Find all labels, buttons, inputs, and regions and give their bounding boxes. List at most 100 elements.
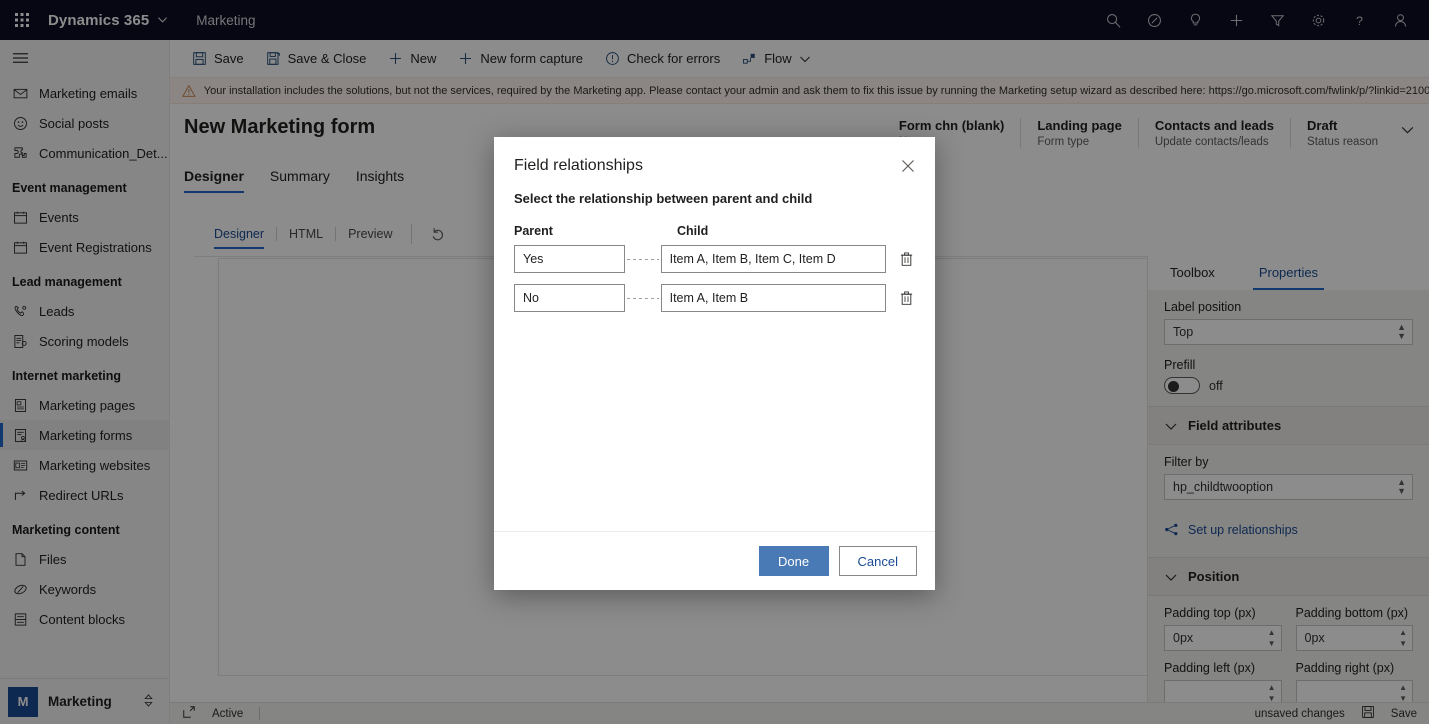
spinner-icon[interactable]: ▲ ▼ (1399, 627, 1407, 649)
padding-top-input[interactable]: 0px ▲ ▼ (1164, 625, 1282, 651)
search-icon[interactable] (1093, 0, 1134, 40)
new-button[interactable]: New (378, 44, 446, 74)
sidebar-item-label: Content blocks (39, 611, 125, 627)
padding-left-input[interactable]: ▲ ▼ (1164, 680, 1282, 702)
padding-top-value: 0px (1173, 631, 1194, 645)
padding-right-input[interactable]: ▲ ▼ (1295, 680, 1413, 702)
chevron-down-icon (157, 12, 168, 29)
tab-toolbox[interactable]: Toolbox (1148, 256, 1237, 290)
sidebar-item-redirect-urls[interactable]: Redirect URLs (0, 480, 169, 510)
position-accordion[interactable]: Position (1148, 557, 1429, 596)
cancel-button[interactable]: Cancel (838, 546, 917, 576)
tab-properties[interactable]: Properties (1237, 256, 1340, 290)
undo-icon[interactable] (430, 225, 447, 245)
properties-panel-tabs: Toolbox Properties (1148, 256, 1429, 290)
sidebar-item-files[interactable]: Files (0, 544, 169, 574)
sidebar-item-scoring-models[interactable]: Scoring models (0, 326, 169, 356)
new-form-capture-button[interactable]: New form capture (448, 44, 593, 74)
sidebar-item-label: Marketing forms (39, 427, 133, 443)
sidebar-item-label: Scoring models (39, 333, 129, 349)
trash-icon[interactable] (897, 249, 915, 269)
field-attributes-accordion[interactable]: Field attributes (1148, 406, 1429, 445)
spinner-icon[interactable]: ▲ ▼ (1268, 627, 1276, 649)
sidebar-item-event-registrations[interactable]: Event Registrations (0, 232, 169, 262)
app-switcher-chevron-icon[interactable] (142, 693, 155, 711)
padding-bottom-input[interactable]: 0px ▲ ▼ (1295, 625, 1413, 651)
sidebar-item-communication-det[interactable]: Communication_Det... (0, 138, 169, 168)
sidebar-item-marketing-websites[interactable]: Marketing websites (0, 450, 169, 480)
prefill-toggle[interactable] (1164, 377, 1200, 394)
flow-button[interactable]: Flow (732, 44, 820, 74)
relationship-connector (626, 258, 659, 260)
sidebar-item-marketing-pages[interactable]: Marketing pages (0, 390, 169, 420)
app-launcher-button[interactable] (0, 0, 44, 40)
command-label: New (410, 51, 437, 66)
trash-icon[interactable] (897, 288, 915, 308)
gear-icon[interactable] (1298, 0, 1339, 40)
account-icon[interactable] (1380, 0, 1421, 40)
sidebar-item-marketing-forms[interactable]: Marketing forms (0, 420, 169, 450)
unsaved-changes-text: unsaved changes (1254, 707, 1345, 720)
sidebar-item-label: Redirect URLs (39, 487, 124, 503)
lightbulb-icon[interactable] (1175, 0, 1216, 40)
parent-value-input[interactable]: Yes (514, 245, 625, 273)
save-button[interactable]: Save (182, 44, 254, 74)
filter-by-select[interactable]: hp_childtwooption ▲ ▼ (1164, 474, 1413, 500)
header-field-key: Update contacts/leads (1154, 136, 1269, 148)
tab-summary[interactable]: Summary (270, 168, 330, 193)
sidebar-item-label: Keywords (39, 581, 97, 597)
header-field-value: Form chn (blank) (898, 118, 1005, 133)
setup-relationships-link[interactable]: Set up relationships (1148, 512, 1429, 541)
spinner-icon[interactable]: ▲ ▼ (1268, 682, 1276, 702)
spinner-icon[interactable]: ▲ ▼ (1399, 682, 1407, 702)
child-value-input[interactable]: Item A, Item B, Item C, Item D (660, 245, 887, 273)
scorecard-icon (12, 333, 28, 349)
padding-bottom-group: Padding bottom (px) 0px ▲ ▼ (1295, 606, 1413, 651)
padding-section: Padding top (px) 0px ▲ ▼ Padding bottom (… (1148, 596, 1429, 702)
save-label[interactable]: Save (1391, 708, 1417, 720)
padding-row-2: Padding left (px) ▲ ▼ Padding right (px) … (1164, 661, 1413, 702)
top-navigation-bar: Dynamics 365 Marketing ? (0, 0, 1429, 40)
sidebar-item-leads[interactable]: Leads (0, 296, 169, 326)
filter-icon[interactable] (1257, 0, 1298, 40)
nav-group-title: Marketing content (12, 523, 120, 537)
sidebar-item-keywords[interactable]: Keywords (0, 574, 169, 604)
plus-icon[interactable] (1216, 0, 1257, 40)
parent-value-input[interactable]: No (514, 284, 625, 312)
redirect-icon (12, 487, 28, 503)
form-icon (12, 427, 28, 443)
diagnostics-icon[interactable] (1134, 0, 1175, 40)
sidebar-item-social-posts[interactable]: Social posts (0, 108, 169, 138)
child-value-input[interactable]: Item A, Item B (660, 284, 887, 312)
designer-tab-html[interactable]: HTML (289, 227, 335, 249)
designer-tab-preview[interactable]: Preview (348, 227, 404, 249)
sidebar-item-label: Marketing websites (39, 457, 151, 473)
header-expand-chevron-icon[interactable] (1400, 118, 1415, 140)
label-position-select[interactable]: Top ▲ ▼ (1164, 319, 1413, 345)
sidebar-item-events[interactable]: Events (0, 202, 169, 232)
dialog-subtitle: Select the relationship between parent a… (514, 191, 813, 206)
tab-insights[interactable]: Insights (356, 168, 404, 193)
sidebar-item-marketing-emails[interactable]: Marketing emails (0, 78, 169, 108)
smiley-icon (12, 115, 28, 131)
save-icon[interactable] (1361, 705, 1375, 722)
prefill-label: Prefill (1164, 358, 1196, 372)
tab-designer[interactable]: Designer (184, 168, 244, 193)
sidebar-item-label: Communication_Det... (39, 145, 168, 161)
sidebar-item-content-blocks[interactable]: Content blocks (0, 604, 169, 634)
brand-menu[interactable]: Dynamics 365 (44, 12, 168, 29)
expand-icon[interactable] (182, 705, 196, 722)
designer-tab-designer[interactable]: Designer (214, 227, 276, 249)
svg-text:?: ? (1356, 13, 1363, 27)
done-button[interactable]: Done (758, 546, 829, 576)
save-and-close-button[interactable]: Save & Close (256, 44, 377, 74)
sidebar-collapse-button[interactable] (0, 40, 169, 76)
command-label: New form capture (480, 51, 584, 66)
close-icon[interactable] (895, 153, 921, 179)
app-switcher[interactable]: M Marketing (0, 678, 169, 724)
warning-text: Your installation includes the solutions… (203, 84, 1429, 97)
help-icon[interactable]: ? (1339, 0, 1380, 40)
setup-relationships-label: Set up relationships (1188, 522, 1298, 537)
check-for-errors-button[interactable]: Check for errors (595, 44, 730, 74)
prefill-toggle-row: off (1164, 377, 1413, 394)
